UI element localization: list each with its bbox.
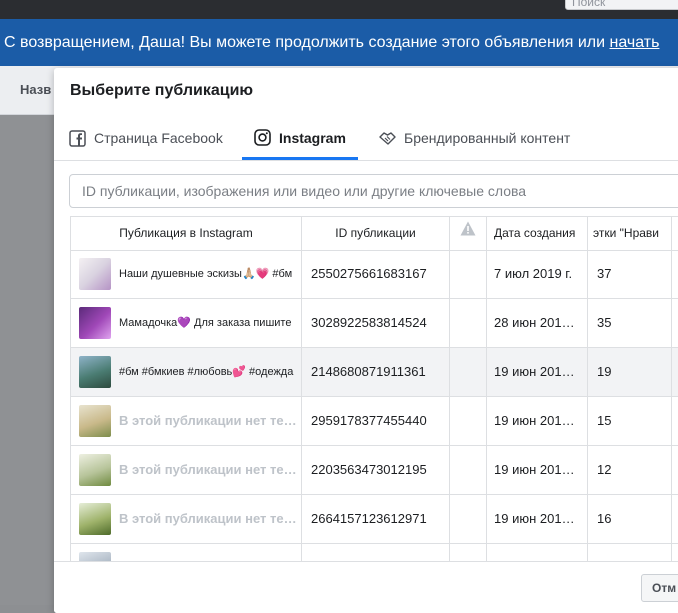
publication-thumbnail (79, 258, 111, 290)
publication-thumbnail (79, 307, 111, 339)
publication-cell: В этой публикации нет текста (71, 397, 302, 445)
dialog-title: Выберите публикацию (70, 82, 254, 99)
table-header: Публикация в Instagram ID публикации Дат… (71, 217, 678, 251)
extra-cell (672, 495, 678, 543)
extra-cell (672, 348, 678, 396)
publication-id: 2959178377455440 (302, 397, 450, 445)
publication-id: 2148680871911361 (302, 348, 450, 396)
publication-id: 2203563473012195 (302, 446, 450, 494)
dialog-footer: Отм (54, 561, 678, 613)
tab-branded-label: Брендированный контент (404, 130, 571, 146)
top-search-input[interactable]: Поиск (565, 0, 678, 10)
table-row[interactable]: В этой публикации нет текста 22035634730… (71, 446, 678, 495)
extra-cell (672, 446, 678, 494)
publication-id: 2550275661683167 (302, 250, 450, 298)
top-navigation-bar: Поиск (0, 0, 678, 19)
created-date: 7 июл 2019 г. (487, 250, 588, 298)
publications-table: Публикация в Instagram ID публикации Дат… (70, 216, 678, 563)
source-tabs: Страница Facebook Instagram Брендированн… (54, 118, 678, 161)
extra-cell (672, 299, 678, 347)
extra-cell (672, 250, 678, 298)
likes-count: 12 (588, 446, 672, 494)
warning-cell (450, 250, 487, 298)
warning-cell (450, 299, 487, 347)
publication-id: 3028922583814524 (302, 299, 450, 347)
publication-cell: Наши душевные эскизы🙏🏼💗 #бм (71, 250, 302, 298)
warning-cell (450, 495, 487, 543)
publication-thumbnail (79, 454, 111, 486)
tab-branded-content[interactable]: Брендированный контент (379, 118, 570, 158)
publication-thumbnail (79, 503, 111, 535)
banner-start-link[interactable]: начать (609, 34, 659, 51)
likes-count: 16 (588, 495, 672, 543)
tab-facebook-label: Страница Facebook (94, 130, 223, 146)
created-date: 19 июн 201… (487, 446, 588, 494)
publication-cell: #бм #бмкиев #любовь💕 #одежда (71, 348, 302, 396)
warning-cell (450, 446, 487, 494)
publication-thumbnail (79, 405, 111, 437)
facebook-icon (69, 129, 86, 147)
table-row[interactable]: #бм #бмкиев #любовь💕 #одежда 21486808719… (71, 348, 678, 397)
likes-count: 19 (588, 348, 672, 396)
created-date: 28 июн 201… (487, 299, 588, 347)
publication-caption: В этой публикации нет текста (119, 462, 297, 477)
background-label: Назв (20, 82, 52, 97)
likes-count: 37 (588, 250, 672, 298)
tab-instagram-label: Instagram (279, 129, 346, 146)
tab-facebook-page[interactable]: Страница Facebook (69, 118, 223, 158)
instagram-icon (254, 129, 271, 146)
publication-cell: В этой публикации нет текста (71, 446, 302, 494)
likes-count: 15 (588, 397, 672, 445)
cancel-button[interactable]: Отм (641, 574, 678, 602)
table-row[interactable]: Наши душевные эскизы🙏🏼💗 #бм 255027566168… (71, 250, 678, 299)
table-row[interactable]: Мамадочка💜 Для заказа пишите 30289225838… (71, 299, 678, 348)
column-header-id[interactable]: ID публикации (302, 217, 450, 250)
created-date: 19 июн 201… (487, 397, 588, 445)
publication-caption: Мамадочка💜 Для заказа пишите (119, 317, 292, 329)
tab-instagram[interactable]: Instagram (242, 118, 358, 160)
column-header-warning[interactable] (450, 217, 487, 250)
created-date: 19 июн 201… (487, 495, 588, 543)
publication-search (69, 174, 678, 208)
publication-caption: В этой публикации нет текста (119, 413, 297, 428)
publication-search-input[interactable] (80, 175, 678, 207)
warning-icon (460, 217, 476, 249)
banner-text: С возвращением, Даша! Вы можете продолжи… (4, 34, 610, 51)
publication-id: 2664157123612971 (302, 495, 450, 543)
column-header-likes[interactable]: этки "Нрави (588, 217, 672, 250)
warning-cell (450, 397, 487, 445)
created-date: 19 июн 201… (487, 348, 588, 396)
publication-cell: В этой публикации нет текста (71, 495, 302, 543)
column-header-created[interactable]: Дата создания (487, 217, 588, 250)
warning-cell (450, 348, 487, 396)
table-row[interactable]: В этой публикации нет текста 29591783774… (71, 397, 678, 446)
publication-thumbnail (79, 356, 111, 388)
column-header-publication[interactable]: Публикация в Instagram (71, 217, 302, 250)
column-header-extra[interactable] (672, 217, 678, 250)
select-publication-dialog: Выберите публикацию Страница Facebook In… (54, 68, 678, 613)
handshake-icon (379, 130, 396, 147)
publication-caption: #бм #бмкиев #любовь💕 #одежда (119, 366, 294, 378)
publication-cell: Мамадочка💜 Для заказа пишите (71, 299, 302, 347)
welcome-banner: С возвращением, Даша! Вы можете продолжи… (0, 19, 678, 66)
table-row[interactable]: В этой публикации нет текста 26641571236… (71, 495, 678, 544)
extra-cell (672, 397, 678, 445)
likes-count: 35 (588, 299, 672, 347)
publication-caption: Наши душевные эскизы🙏🏼💗 #бм (119, 268, 293, 280)
publication-caption: В этой публикации нет текста (119, 511, 297, 526)
